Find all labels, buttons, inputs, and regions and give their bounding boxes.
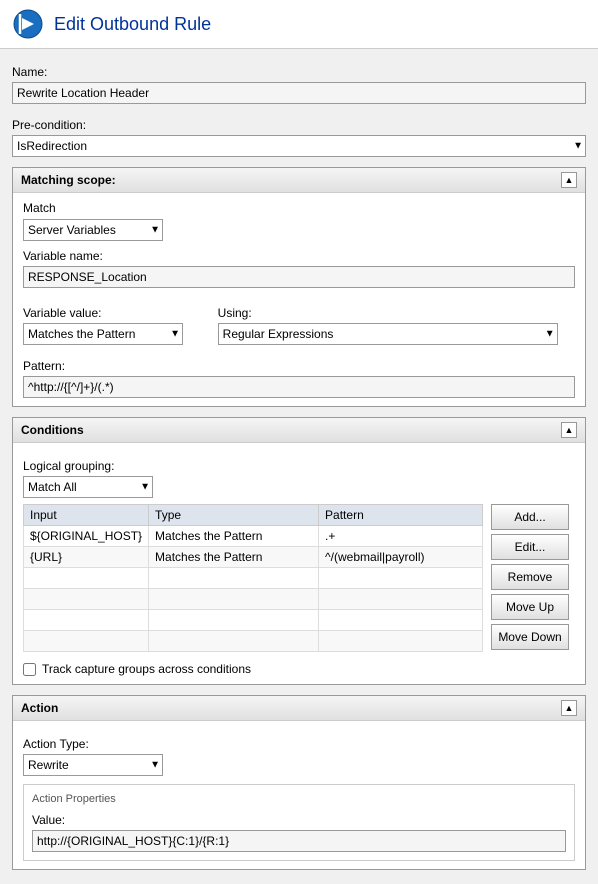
precondition-select-wrapper: IsRedirection ▼: [12, 135, 586, 157]
row2-pattern: ^/(webmail|payroll): [319, 547, 483, 568]
conditions-table: Input Type Pattern ${ORIGINAL_HOST} Matc…: [23, 504, 483, 652]
main-content: Name: Pre-condition: IsRedirection ▼ Mat…: [0, 49, 598, 884]
action-type-select[interactable]: Rewrite Redirect None: [23, 754, 163, 776]
edit-button[interactable]: Edit...: [491, 534, 569, 560]
precondition-select[interactable]: IsRedirection: [12, 135, 586, 157]
using-label: Using:: [218, 306, 575, 320]
table-row-empty2: [24, 589, 483, 610]
row1-pattern: .+: [319, 526, 483, 547]
col-type: Type: [149, 505, 319, 526]
variable-value-label: Variable value:: [23, 306, 202, 320]
using-select-wrapper: Regular Expressions Wildcards Exact Matc…: [218, 323, 558, 345]
move-down-button[interactable]: Move Down: [491, 624, 569, 650]
action-body: Action Type: Rewrite Redirect None ▼ Act…: [13, 721, 585, 869]
page-title: Edit Outbound Rule: [54, 14, 211, 35]
logical-grouping-label: Logical grouping:: [23, 459, 575, 473]
outbound-rule-icon: [12, 8, 44, 40]
row1-input: ${ORIGINAL_HOST}: [24, 526, 149, 547]
precondition-section: Pre-condition: IsRedirection ▼: [12, 118, 586, 157]
match-type-select[interactable]: Server Variables: [23, 219, 163, 241]
matching-scope-header: Matching scope: ▲: [13, 168, 585, 193]
action-type-label: Action Type:: [23, 737, 575, 751]
precondition-label: Pre-condition:: [12, 118, 586, 132]
conditions-collapse-btn[interactable]: ▲: [561, 422, 577, 438]
add-button[interactable]: Add...: [491, 504, 569, 530]
variable-value-select-wrapper: Matches the Pattern Does Not Match the P…: [23, 323, 183, 345]
conditions-body: Logical grouping: Match All Match Any ▼ …: [13, 443, 585, 684]
table-row: {URL} Matches the Pattern ^/(webmail|pay…: [24, 547, 483, 568]
pattern-input[interactable]: [23, 376, 575, 398]
action-section: Action ▲ Action Type: Rewrite Redirect N…: [12, 695, 586, 870]
match-type-select-wrapper: Server Variables ▼: [23, 219, 163, 241]
conditions-header: Conditions ▲: [13, 418, 585, 443]
name-label: Name:: [12, 65, 586, 79]
matching-scope-title: Matching scope:: [21, 173, 116, 187]
track-capture-groups-row: Track capture groups across conditions: [23, 662, 575, 676]
remove-button[interactable]: Remove: [491, 564, 569, 590]
match-label: Match: [23, 201, 575, 215]
variable-value-col: Variable value: Matches the Pattern Does…: [23, 298, 202, 345]
col-input: Input: [24, 505, 149, 526]
move-up-button[interactable]: Move Up: [491, 594, 569, 620]
table-row-empty3: [24, 610, 483, 631]
table-row: ${ORIGINAL_HOST} Matches the Pattern .+: [24, 526, 483, 547]
logical-grouping-select[interactable]: Match All Match Any: [23, 476, 153, 498]
matching-scope-section: Matching scope: ▲ Match Server Variables…: [12, 167, 586, 407]
row1-type: Matches the Pattern: [149, 526, 319, 547]
name-input[interactable]: [12, 82, 586, 104]
using-select[interactable]: Regular Expressions Wildcards Exact Matc…: [218, 323, 558, 345]
row2-input: {URL}: [24, 547, 149, 568]
variable-name-label: Variable name:: [23, 249, 575, 263]
conditions-layout: Input Type Pattern ${ORIGINAL_HOST} Matc…: [23, 504, 575, 652]
conditions-title: Conditions: [21, 423, 84, 437]
variable-value-select[interactable]: Matches the Pattern Does Not Match the P…: [23, 323, 183, 345]
using-col: Using: Regular Expressions Wildcards Exa…: [218, 298, 575, 345]
value-label: Value:: [32, 813, 566, 827]
logical-grouping-select-wrapper: Match All Match Any ▼: [23, 476, 153, 498]
variable-name-input[interactable]: [23, 266, 575, 288]
page-header: Edit Outbound Rule: [0, 0, 598, 49]
track-capture-groups-checkbox[interactable]: [23, 663, 36, 676]
action-type-select-wrapper: Rewrite Redirect None ▼: [23, 754, 163, 776]
variable-value-using-row: Variable value: Matches the Pattern Does…: [23, 298, 575, 345]
name-section: Name:: [12, 65, 586, 104]
pattern-label: Pattern:: [23, 359, 575, 373]
matching-scope-body: Match Server Variables ▼ Variable name: …: [13, 193, 585, 406]
action-properties-label: Action Properties: [32, 793, 566, 805]
match-type-row: Server Variables ▼: [23, 219, 575, 241]
matching-scope-collapse-btn[interactable]: ▲: [561, 172, 577, 188]
logical-grouping-row: Logical grouping: Match All Match Any ▼: [23, 459, 575, 498]
conditions-side-buttons: Add... Edit... Remove Move Up Move Down: [491, 504, 569, 652]
action-title: Action: [21, 701, 58, 715]
col-pattern: Pattern: [319, 505, 483, 526]
table-row-empty1: [24, 568, 483, 589]
row2-type: Matches the Pattern: [149, 547, 319, 568]
action-properties-box: Action Properties Value:: [23, 784, 575, 861]
action-value-input[interactable]: [32, 830, 566, 852]
track-capture-groups-label: Track capture groups across conditions: [42, 662, 251, 676]
action-header: Action ▲: [13, 696, 585, 721]
conditions-section: Conditions ▲ Logical grouping: Match All…: [12, 417, 586, 685]
action-collapse-btn[interactable]: ▲: [561, 700, 577, 716]
table-row-empty4: [24, 631, 483, 652]
